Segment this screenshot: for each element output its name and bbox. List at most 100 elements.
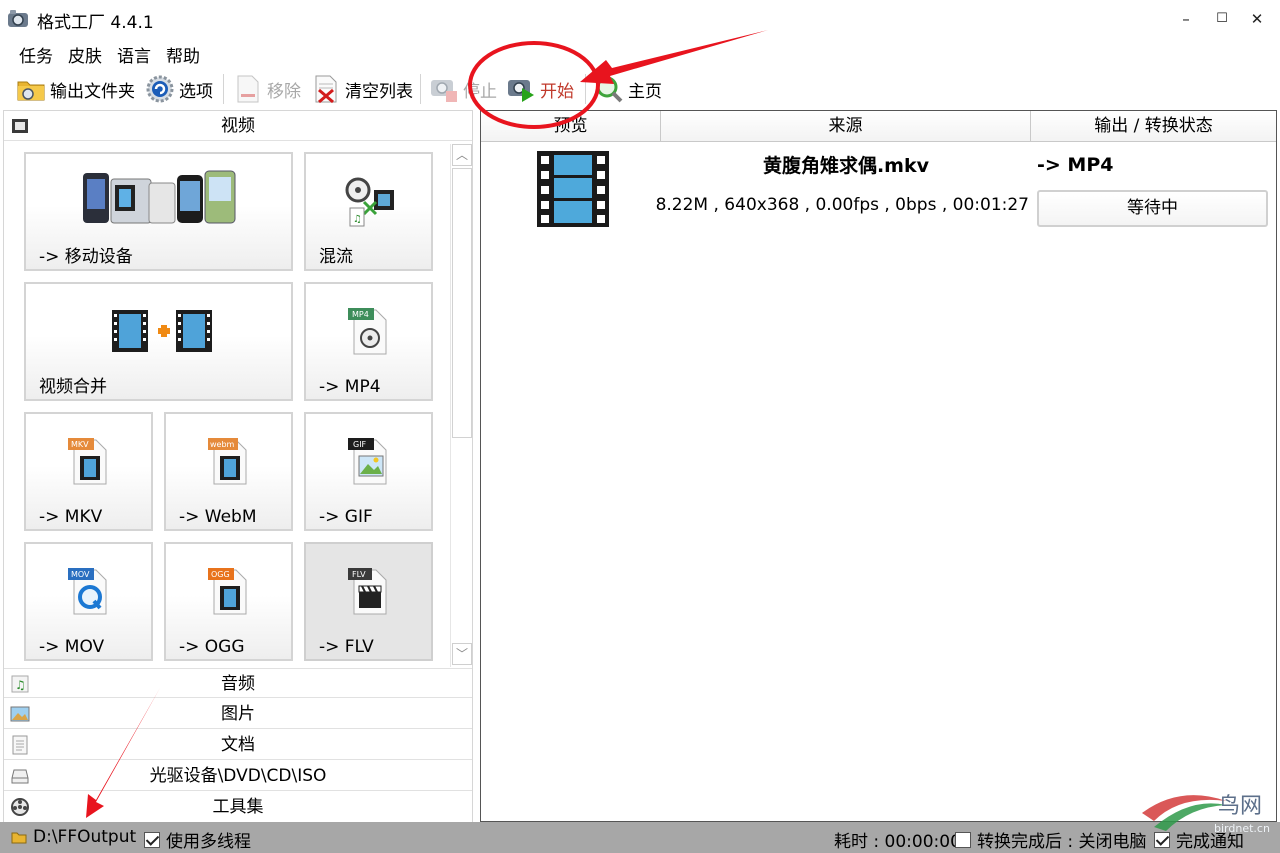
folder-icon xyxy=(17,81,45,101)
options-label: 选项 xyxy=(179,81,213,102)
tile-label: 混流 xyxy=(319,247,353,267)
options-gear-icon xyxy=(146,75,174,103)
close-button[interactable]: ✕ xyxy=(1245,8,1269,30)
birdnet-logo-icon: 鸟网 birdnet.cn xyxy=(1142,794,1270,835)
options-button[interactable]: 选项 xyxy=(145,72,213,106)
menu-help[interactable]: 帮助 xyxy=(166,42,200,67)
audio-note-icon: ♫ xyxy=(11,675,29,693)
category-audio-label: 音频 xyxy=(221,674,255,694)
column-source[interactable]: 来源 xyxy=(661,111,1031,142)
scroll-up-chevron-icon[interactable]: ︿ xyxy=(452,144,472,166)
output-folder-label: 输出文件夹 xyxy=(50,81,135,102)
file-badge: webm xyxy=(210,440,235,449)
remove-button[interactable]: 移除 xyxy=(233,72,301,106)
task-status[interactable]: 等待中 xyxy=(1037,190,1268,227)
category-image[interactable]: 图片 xyxy=(4,699,472,729)
category-document-label: 文档 xyxy=(221,735,255,755)
tile-label: -> OGG xyxy=(179,637,245,657)
task-file-info: 8.22M , 640x368 , 0.00fps , 0bps , 00:01… xyxy=(655,195,1029,215)
video-film-icon xyxy=(537,151,609,227)
maximize-button[interactable]: ☐ xyxy=(1210,8,1234,30)
toolbox-reel-icon xyxy=(11,798,29,816)
mov-file-icon: MOV xyxy=(68,568,107,615)
category-audio[interactable]: ♫ 音频 xyxy=(4,668,472,698)
mux-icon: ♫ xyxy=(345,177,394,227)
column-preview[interactable]: 预览 xyxy=(481,111,661,142)
toolbar-separator xyxy=(223,74,224,104)
stop-label: 停止 xyxy=(463,81,497,102)
tile-webm[interactable]: webm -> WebM xyxy=(164,412,293,531)
category-optical-drive[interactable]: 光驱设备\DVD\CD\ISO xyxy=(4,761,472,791)
document-icon xyxy=(12,735,28,755)
elapsed-time: 耗时 : 00:00:00 xyxy=(834,827,961,852)
after-done-option[interactable]: 转换完成后 : 关闭电脑 xyxy=(955,827,1147,852)
scroll-thumb[interactable] xyxy=(452,168,472,438)
watermark-text: 鸟网 xyxy=(1218,794,1262,819)
watermark-subtext: birdnet.cn xyxy=(1214,822,1270,835)
category-document[interactable]: 文档 xyxy=(4,730,472,760)
category-optical-drive-label: 光驱设备\DVD\CD\ISO xyxy=(149,766,327,786)
file-badge: OGG xyxy=(211,570,230,579)
tile-mobile-devices[interactable]: -> 移动设备 xyxy=(24,152,293,271)
start-label: 开始 xyxy=(540,81,574,102)
stop-button[interactable]: 停止 xyxy=(429,72,497,106)
svg-text:♫: ♫ xyxy=(15,678,26,692)
output-path[interactable]: D:\FFOutput xyxy=(11,827,136,847)
tile-label: -> WebM xyxy=(179,507,257,527)
home-magnifier-icon xyxy=(596,76,623,103)
multithread-checkbox[interactable] xyxy=(144,831,160,848)
menu-language[interactable]: 语言 xyxy=(117,42,151,67)
minimize-button[interactable]: – xyxy=(1174,8,1198,30)
tile-mux[interactable]: ♫ 混流 xyxy=(304,152,433,271)
tile-gif[interactable]: GIF -> GIF xyxy=(304,412,433,531)
category-toolbox[interactable]: 工具集 xyxy=(4,792,472,822)
tile-label: -> MKV xyxy=(39,507,103,527)
multithread-option[interactable]: 使用多线程 xyxy=(144,827,251,852)
tile-video-join[interactable]: 视频合并 xyxy=(24,282,293,401)
start-button[interactable]: 开始 xyxy=(506,72,574,106)
toolbar: 输出文件夹 选项 移除 清空列表 停止 开始 主页 xyxy=(0,70,1280,108)
file-badge: MKV xyxy=(71,440,89,449)
after-done-checkbox[interactable] xyxy=(955,831,971,848)
tile-flv[interactable]: FLV -> FLV xyxy=(304,542,433,661)
optical-drive-icon xyxy=(11,769,29,784)
window-title: 格式工厂 4.4.1 xyxy=(37,13,154,33)
toolbar-separator xyxy=(585,74,586,104)
clear-list-label: 清空列表 xyxy=(345,81,413,102)
home-button[interactable]: 主页 xyxy=(594,72,662,106)
category-toolbox-label: 工具集 xyxy=(212,797,264,817)
birdnet-watermark: 鸟网 birdnet.cn xyxy=(1140,787,1278,848)
column-output-status[interactable]: 输出 / 转换状态 xyxy=(1031,111,1276,142)
webm-file-icon: webm xyxy=(208,438,247,485)
flv-file-icon: FLV xyxy=(348,568,387,615)
after-done-label: 转换完成后 : 关闭电脑 xyxy=(977,832,1147,852)
scroll-down-chevron-icon[interactable]: ﹀ xyxy=(452,643,472,665)
mkv-file-icon: MKV xyxy=(68,438,107,485)
remove-label: 移除 xyxy=(267,81,301,102)
tile-label: -> GIF xyxy=(319,507,373,527)
video-join-icon xyxy=(112,310,212,352)
svg-text:♫: ♫ xyxy=(353,214,362,225)
tile-label: -> MOV xyxy=(39,637,105,657)
output-path-text: D:\FFOutput xyxy=(33,827,137,847)
tile-mp4[interactable]: MP4 -> MP4 xyxy=(304,282,433,401)
output-folder-button[interactable]: 输出文件夹 xyxy=(16,72,135,106)
tile-mov[interactable]: MOV -> MOV xyxy=(24,542,153,661)
category-image-label: 图片 xyxy=(221,704,255,724)
menu-task[interactable]: 任务 xyxy=(19,42,53,67)
video-category-icon xyxy=(12,119,28,133)
category-video-header[interactable]: 视频 xyxy=(4,111,472,141)
task-filename: 黄腹角雉求偶.mkv xyxy=(762,155,930,177)
mp4-file-icon: MP4 xyxy=(348,308,387,355)
category-panel: 视频 -> 移动设备 ♫ 混流 视频合并 MP4 -> MP4 MKV -> M… xyxy=(3,110,473,822)
ogg-file-icon: OGG xyxy=(208,568,247,615)
clear-list-button[interactable]: 清空列表 xyxy=(311,72,413,106)
tile-mkv[interactable]: MKV -> MKV xyxy=(24,412,153,531)
tiles-scrollbar[interactable]: ︿ ﹀ xyxy=(450,144,472,667)
menu-skin[interactable]: 皮肤 xyxy=(68,42,102,67)
home-label: 主页 xyxy=(628,81,662,102)
toolbar-separator xyxy=(420,74,421,104)
tile-ogg[interactable]: OGG -> OGG xyxy=(164,542,293,661)
file-badge: MP4 xyxy=(352,310,369,319)
gif-file-icon: GIF xyxy=(348,438,387,485)
